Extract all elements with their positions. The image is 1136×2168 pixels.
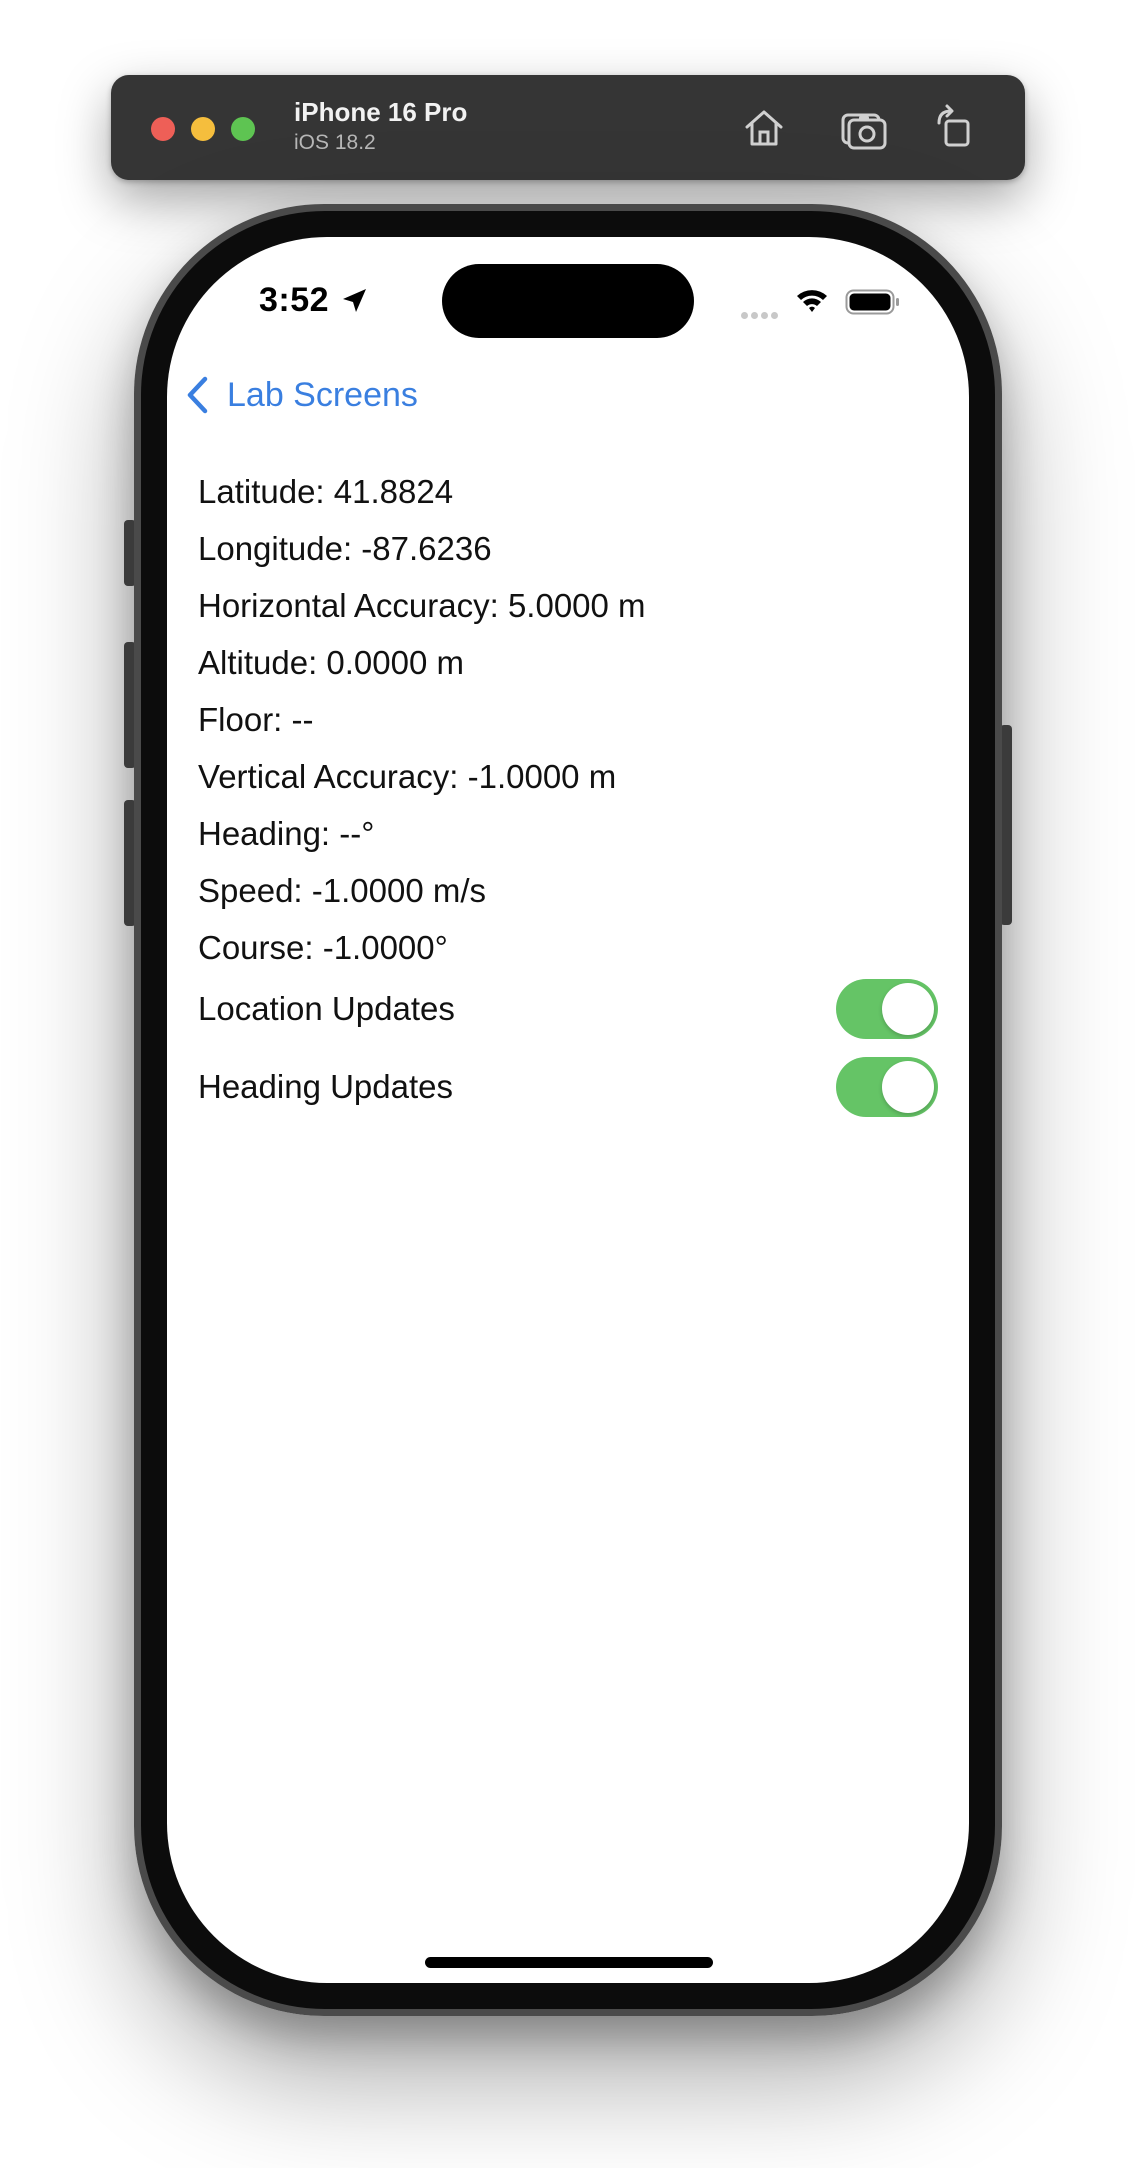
floor-text: Floor: -- [198,701,314,738]
heading-updates-toggle[interactable] [836,1057,938,1117]
battery-icon [845,289,899,315]
course-text: Course: -1.0000° [198,929,448,966]
location-arrow-icon [343,289,366,312]
heading-updates-row: Heading Updates [198,1052,938,1122]
status-time: 3:52 [259,281,330,319]
os-version: iOS 18.2 [294,131,376,154]
minimize-window-button[interactable] [191,117,215,141]
device-name: iPhone 16 Pro [294,97,468,127]
location-updates-label: Location Updates [198,990,455,1027]
home-button[interactable] [737,101,791,155]
cellular-icon [741,306,781,324]
location-updates-toggle[interactable] [836,979,938,1039]
home-icon [745,110,783,146]
rotate-icon [937,104,970,147]
toggle-knob [882,1061,934,1113]
screenshot-icon [841,113,887,150]
back-button-label: Lab Screens [227,375,418,414]
location-info-list: Latitude: 41.8824 Longitude: -87.6236 Ho… [198,463,646,976]
rotate-button[interactable] [929,101,983,155]
dynamic-island [442,264,694,338]
altitude-text: Altitude: 0.0000 m [198,644,464,681]
vertical-accuracy-text: Vertical Accuracy: -1.0000 m [198,758,617,795]
home-indicator[interactable] [425,1957,713,1968]
wifi-icon [797,290,827,312]
toggle-knob [882,983,934,1035]
horizontal-accuracy-text: Horizontal Accuracy: 5.0000 m [198,587,646,624]
simulator-titlebar: iPhone 16 Pro iOS 18.2 [111,75,1025,180]
back-button[interactable]: Lab Screens [183,369,418,421]
chevron-left-icon [187,376,208,414]
phone-screen: 3:52 Lab Screens Latitude: 41.8824 Longi… [167,237,969,1983]
latitude-text: Latitude: 41.8824 [198,473,454,510]
longitude-text: Longitude: -87.6236 [198,530,492,567]
heading-updates-label: Heading Updates [198,1068,454,1105]
location-updates-row: Location Updates [198,974,938,1044]
screenshot-button[interactable] [837,101,891,155]
close-window-button[interactable] [151,117,175,141]
zoom-window-button[interactable] [231,117,255,141]
heading-text: Heading: --° [198,815,375,852]
speed-text: Speed: -1.0000 m/s [198,872,487,909]
